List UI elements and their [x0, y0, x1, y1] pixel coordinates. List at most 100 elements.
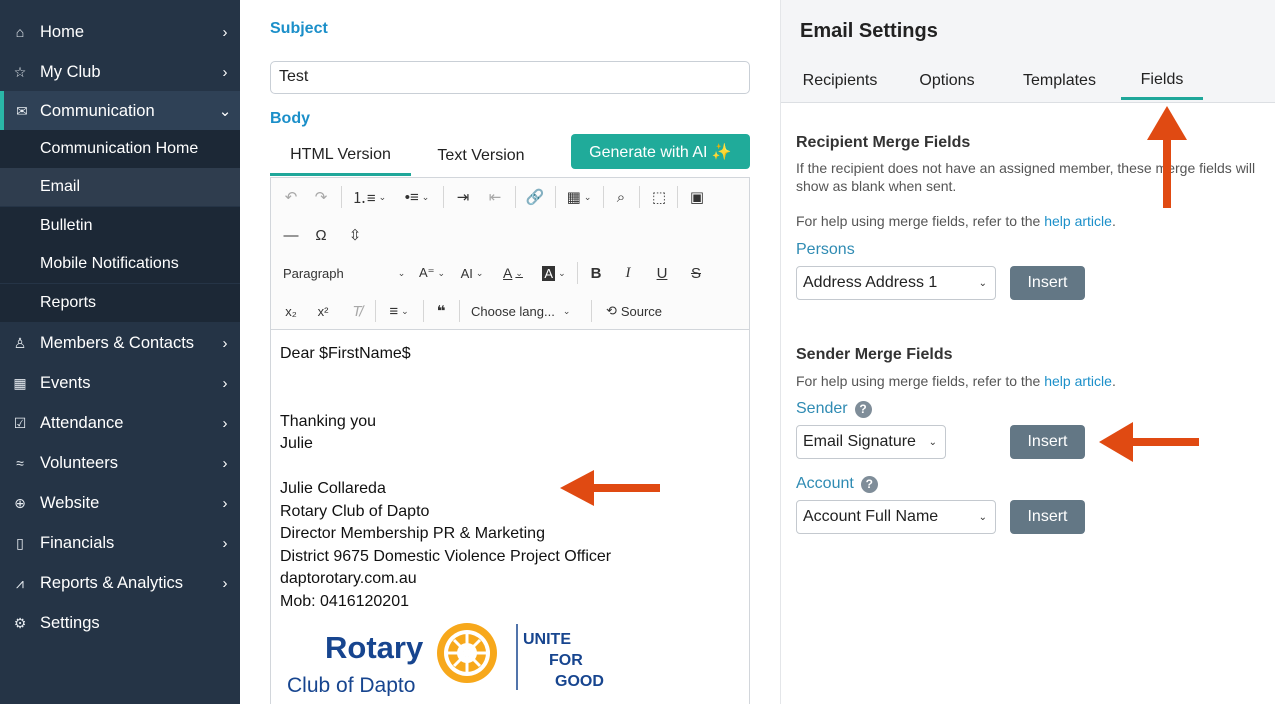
tab-templates[interactable]: Templates — [1012, 62, 1107, 100]
tab-text-version[interactable]: Text Version — [421, 136, 541, 176]
tab-html-version[interactable]: HTML Version — [270, 136, 411, 176]
sidebar: ⌂ Home › ☆ My Club › ✉ Communication ⌄ C… — [0, 0, 240, 704]
code-language-dropdown[interactable]: Choose lang... ⌄ — [471, 298, 583, 324]
recipient-merge-fields-title: Recipient Merge Fields — [796, 134, 971, 151]
annotation-arrow-left — [560, 470, 660, 506]
logo-slogan-for: FOR — [549, 652, 583, 669]
indent-icon[interactable]: ⇥ — [451, 184, 475, 210]
sidebar-item-communication[interactable]: ✉ Communication ⌄ — [0, 91, 240, 131]
tab-recipients[interactable]: Recipients — [795, 62, 885, 100]
page-break-icon[interactable]: ⇳ — [343, 222, 367, 248]
submenu-email[interactable]: Email — [0, 168, 240, 206]
font-family-icon[interactable]: AI ⌄ — [455, 260, 489, 286]
font-size-icon[interactable]: A⁼ ⌄ — [415, 260, 449, 286]
recipient-help-text: If the recipient does not have an assign… — [796, 160, 1256, 194]
font-color-icon[interactable]: A ⌄ — [497, 260, 529, 286]
sidebar-item-reports-analytics[interactable]: ⩘ Reports & Analytics › — [0, 563, 240, 603]
body-label: Body — [270, 110, 310, 127]
body-line: District 9675 Domestic Violence Project … — [280, 547, 612, 565]
body-line: Julie — [280, 435, 313, 452]
logo-rotary-text: Rotary — [325, 630, 424, 665]
underline-icon[interactable]: U — [651, 260, 673, 286]
find-replace-icon[interactable]: ⌕ — [609, 184, 633, 210]
sidebar-item-home[interactable]: ⌂ Home › — [0, 12, 240, 52]
background-color-icon[interactable]: A ⌄ — [537, 260, 571, 286]
link-icon[interactable]: 🔗 — [523, 184, 547, 210]
source-icon: ⟲ — [605, 303, 617, 318]
sidebar-item-attendance[interactable]: ☑ Attendance › — [0, 403, 240, 443]
help-suffix: . — [1111, 373, 1116, 389]
blockquote-icon[interactable]: ❝ — [429, 298, 453, 324]
undo-icon[interactable]: ↶ — [279, 184, 303, 210]
help-prefix: For help using merge fields, refer to th… — [796, 373, 1045, 389]
redo-icon[interactable]: ↷ — [309, 184, 333, 210]
bulleted-list-icon[interactable]: •≡ ⌄ — [397, 184, 437, 210]
source-label: Source — [620, 303, 663, 319]
sender-label: Sender? — [796, 400, 872, 418]
insert-sender-button[interactable]: Insert — [1010, 425, 1085, 459]
submenu-reports[interactable]: Reports — [0, 284, 240, 322]
horizontal-line-icon[interactable]: — — [279, 222, 303, 248]
outdent-icon[interactable]: ⇤ — [483, 184, 507, 210]
help-question-icon[interactable]: ? — [854, 400, 872, 418]
gear-icon: ⚙ — [13, 614, 27, 631]
sidebar-item-label: Communication — [40, 101, 155, 120]
help-suffix: . — [1111, 213, 1116, 229]
select-all-icon[interactable]: ⬚ — [647, 184, 671, 210]
body-line: Mob: 0416120201 — [280, 592, 409, 610]
source-button[interactable]: ⟲ Source — [601, 298, 667, 324]
insert-persons-button[interactable]: Insert — [1010, 266, 1085, 300]
submenu-communication-home[interactable]: Communication Home — [0, 130, 240, 168]
sidebar-item-my-club[interactable]: ☆ My Club › — [0, 52, 240, 92]
language-label: Choose lang... — [471, 303, 555, 319]
numbered-list-icon[interactable]: ⒈≡ ⌄ — [349, 184, 389, 210]
remove-format-icon[interactable]: T̸ — [345, 298, 369, 324]
tab-fields[interactable]: Fields — [1121, 62, 1203, 100]
bold-icon[interactable]: B — [585, 260, 607, 286]
sidebar-item-label: Home — [40, 22, 85, 41]
subscript-icon[interactable]: x₂ — [279, 298, 303, 324]
help-article-link[interactable]: help article — [1044, 373, 1112, 389]
subject-input[interactable]: Test — [270, 61, 750, 94]
sidebar-item-website[interactable]: ⊕ Website › — [0, 483, 240, 523]
persons-select[interactable]: Address Address 1 ⌄ — [796, 266, 996, 300]
special-characters-icon[interactable]: Ω — [309, 222, 333, 248]
table-icon[interactable]: ▦ ⌄ — [561, 184, 597, 210]
star-icon: ☆ — [13, 63, 27, 80]
submenu-bulletin[interactable]: Bulletin — [0, 207, 240, 245]
chevron-right-icon: › — [222, 23, 228, 41]
account-label: Account? — [796, 475, 878, 493]
account-label-text: Account — [796, 475, 854, 492]
chevron-right-icon: › — [222, 374, 228, 392]
strikethrough-icon[interactable]: S — [685, 260, 707, 286]
tab-options[interactable]: Options — [907, 62, 987, 100]
generate-with-ai-button[interactable]: Generate with AI ✨ — [571, 134, 750, 169]
help-article-link[interactable]: help article — [1044, 213, 1112, 229]
sidebar-item-members-contacts[interactable]: ♙ Members & Contacts › — [0, 323, 240, 363]
annotation-arrow-up — [1147, 106, 1187, 208]
insert-account-button[interactable]: Insert — [1010, 500, 1085, 534]
sidebar-item-label: Reports & Analytics — [40, 573, 184, 592]
paragraph-format-dropdown[interactable]: Paragraph ⌄ — [283, 260, 405, 286]
sidebar-item-label: Financials — [40, 533, 115, 552]
sidebar-item-label: My Club — [40, 62, 101, 81]
sender-label-text: Sender — [796, 400, 848, 417]
image-icon[interactable]: ▣ — [685, 184, 709, 210]
align-icon[interactable]: ≡ ⌄ — [381, 298, 417, 324]
body-line: Thanking you — [280, 412, 377, 430]
submenu-mobile-notifications[interactable]: Mobile Notifications — [0, 245, 240, 283]
chevron-down-icon: ⌄ — [928, 436, 937, 448]
sidebar-item-settings[interactable]: ⚙ Settings — [0, 603, 240, 643]
sidebar-item-events[interactable]: ▦ Events › — [0, 363, 240, 403]
superscript-icon[interactable]: x² — [311, 298, 335, 324]
sidebar-item-volunteers[interactable]: ≈ Volunteers › — [0, 443, 240, 483]
annotation-arrow-left — [1099, 422, 1199, 462]
help-question-icon[interactable]: ? — [860, 475, 878, 493]
italic-icon[interactable]: I — [617, 260, 639, 286]
sender-select[interactable]: Email Signature ⌄ — [796, 425, 946, 459]
rich-text-editor: ↶ ↷ ⒈≡ ⌄ •≡ ⌄ ⇥ ⇤ 🔗 ▦ ⌄ ⌕ ⬚ ▣ — Ω ⇳ Paragra… — [270, 177, 750, 704]
chevron-right-icon: › — [222, 414, 228, 432]
sidebar-item-financials[interactable]: ▯ Financials › — [0, 523, 240, 563]
account-select[interactable]: Account Full Name ⌄ — [796, 500, 996, 534]
chevron-right-icon: › — [222, 494, 228, 512]
